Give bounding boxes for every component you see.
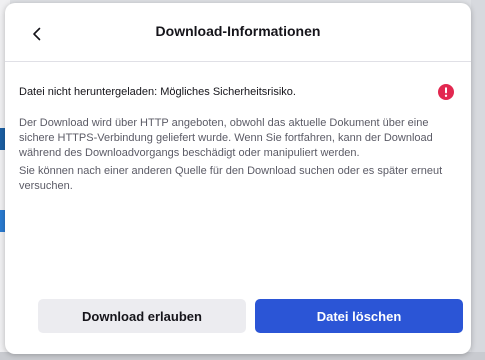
panel-header: Download-Informationen bbox=[5, 3, 471, 61]
panel-title: Download-Informationen bbox=[155, 23, 321, 39]
allow-download-button[interactable]: Download erlauben bbox=[38, 299, 246, 333]
error-icon bbox=[438, 84, 454, 100]
download-info-panel: Download-Informationen Datei nicht herun… bbox=[5, 3, 471, 354]
description-paragraph-retry: Sie können nach einer anderen Quelle für… bbox=[19, 165, 443, 192]
background-window-edge-right bbox=[471, 0, 485, 360]
delete-file-button[interactable]: Datei löschen bbox=[255, 299, 463, 333]
warning-row: Datei nicht heruntergeladen: Mögliches S… bbox=[19, 84, 459, 102]
warning-text: Datei nicht heruntergeladen: Mögliches S… bbox=[19, 86, 296, 98]
description-paragraph: Der Download wird über HTTP angeboten, o… bbox=[19, 117, 433, 159]
header-divider bbox=[5, 61, 471, 62]
